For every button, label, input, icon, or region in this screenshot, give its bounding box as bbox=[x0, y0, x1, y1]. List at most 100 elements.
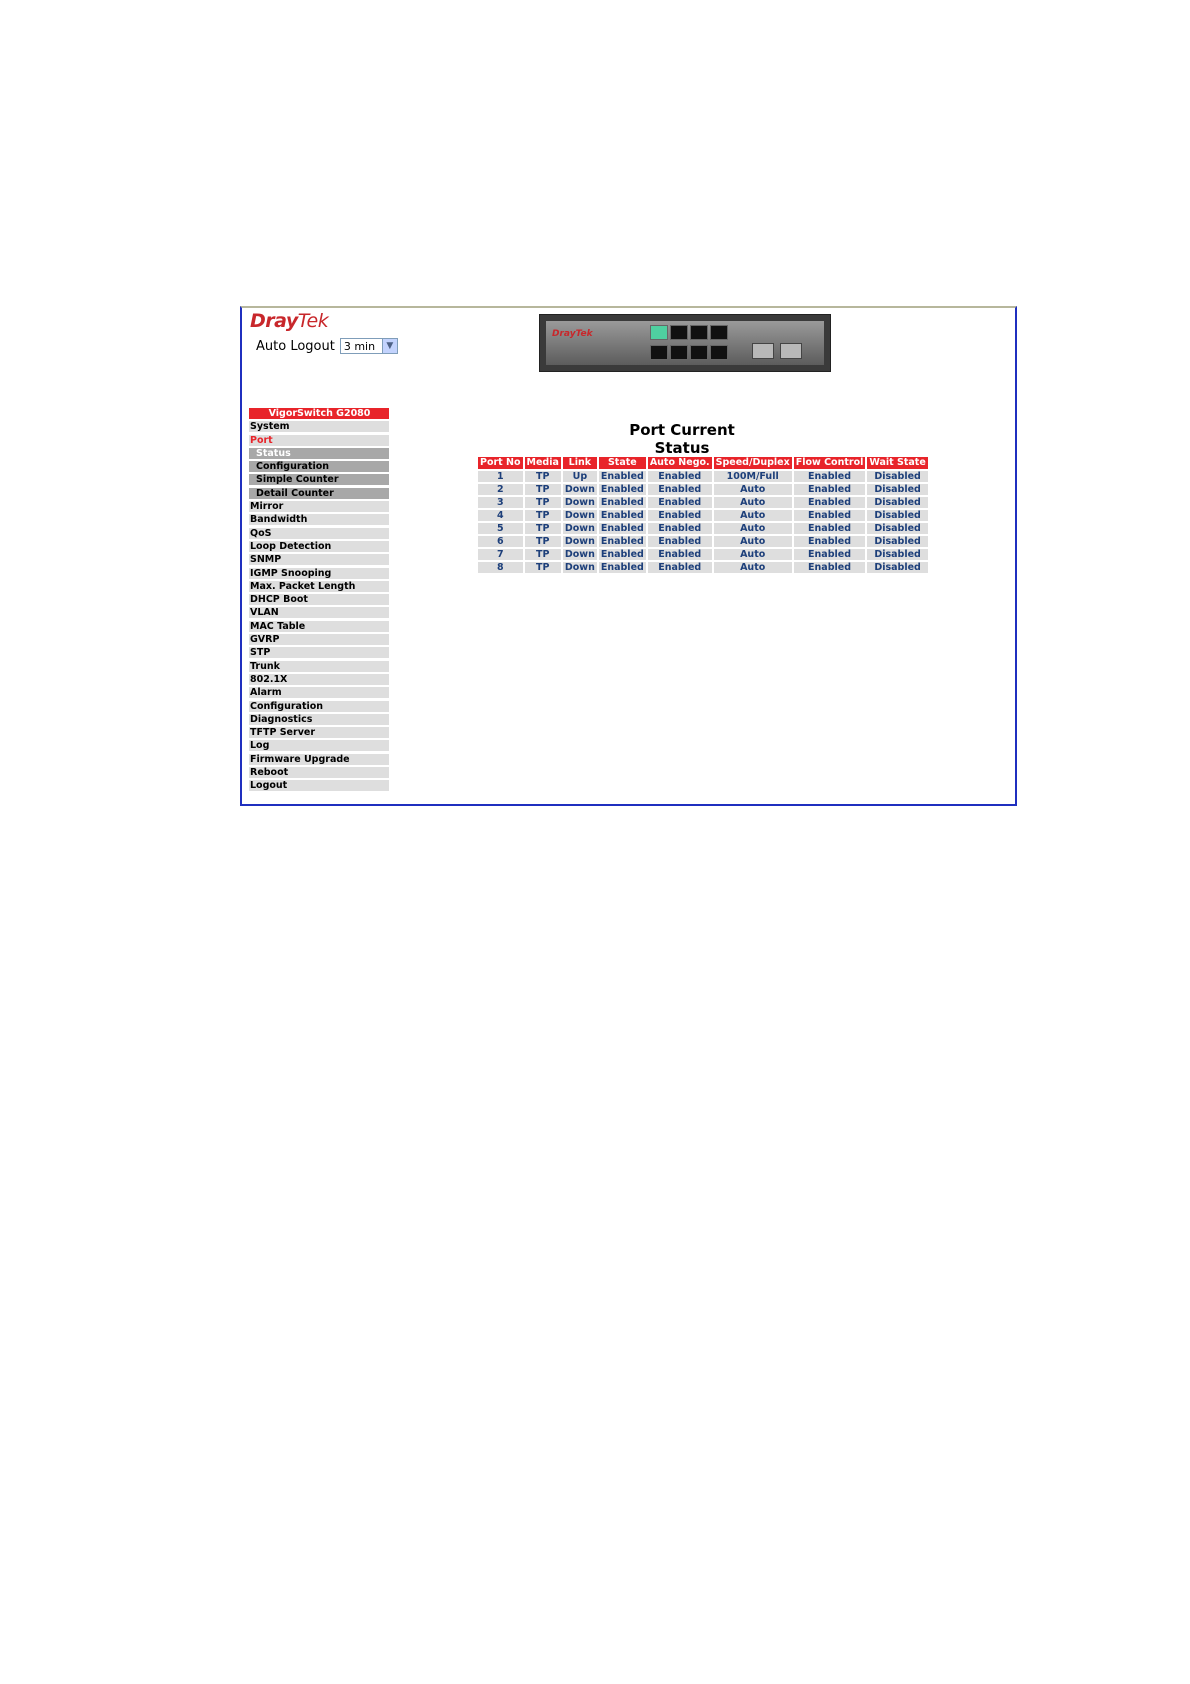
port-status-table: Port No Media Link State Auto Nego. Speed/Dup… bbox=[476, 455, 930, 575]
table-body: 1 TP Up Enabled Enabled 100M/Full Enabled Disab… bbox=[478, 471, 928, 573]
sidebar: VigorSwitch G2080 System Port Status Config… bbox=[249, 408, 389, 794]
table-cell: Disabled bbox=[867, 549, 928, 560]
table-cell: Down bbox=[562, 549, 597, 560]
sidebar-item-logout[interactable]: Logout bbox=[249, 780, 389, 792]
table-cell: 8 bbox=[478, 562, 523, 573]
table-cell: Down bbox=[562, 562, 597, 573]
table-cell: TP bbox=[524, 536, 561, 547]
column-header: Auto Nego. bbox=[647, 457, 712, 469]
logo-dray: Dray bbox=[250, 310, 298, 332]
sidebar-item-configuration[interactable]: Configuration bbox=[249, 461, 389, 473]
table-cell: Disabled bbox=[867, 497, 928, 508]
table-cell: Enabled bbox=[793, 549, 866, 560]
sidebar-item-igmp-snooping[interactable]: IGMP Snooping bbox=[249, 567, 389, 579]
sidebar-item-dhcp-boot[interactable]: DHCP Boot bbox=[249, 594, 389, 606]
sidebar-item-system[interactable]: System bbox=[249, 421, 389, 433]
sidebar-item-port[interactable]: Port bbox=[249, 434, 389, 446]
sidebar-item-status[interactable]: Status bbox=[249, 447, 389, 459]
table-cell: 1 bbox=[478, 471, 523, 482]
port-led-icon bbox=[710, 345, 728, 360]
column-header: Wait State bbox=[867, 457, 928, 469]
table-cell: Enabled bbox=[598, 523, 646, 534]
auto-logout-select[interactable]: 3 min ▼ bbox=[339, 338, 398, 354]
chevron-down-icon[interactable]: ▼ bbox=[381, 339, 397, 353]
sidebar-item-mac-table[interactable]: MAC Table bbox=[249, 620, 389, 632]
sidebar-item-diagnostics[interactable]: Diagnostics bbox=[249, 713, 389, 725]
table-cell: Up bbox=[562, 471, 597, 482]
table-cell: Auto bbox=[713, 510, 792, 521]
table-cell: Down bbox=[562, 510, 597, 521]
table-cell: Disabled bbox=[867, 536, 928, 547]
sidebar-item-stp[interactable]: STP bbox=[249, 647, 389, 659]
table-cell: TP bbox=[524, 562, 561, 573]
port-led-icon bbox=[650, 345, 668, 360]
table-cell: Disabled bbox=[867, 562, 928, 573]
table-cell: Auto bbox=[713, 484, 792, 495]
draytek-logo: DrayTek bbox=[250, 310, 329, 332]
table-cell: Auto bbox=[713, 562, 792, 573]
logo-tek: Tek bbox=[297, 310, 329, 332]
sidebar-item-qos[interactable]: QoS bbox=[249, 527, 389, 539]
table-cell: TP bbox=[524, 497, 561, 508]
browser-frame: DrayTek Auto Logout 3 min ▼ DrayTek Vigo… bbox=[240, 306, 1017, 806]
sidebar-item-configuration[interactable]: Configuration bbox=[249, 700, 389, 712]
table-cell: Down bbox=[562, 536, 597, 547]
sidebar-item-simple-counter[interactable]: Simple Counter bbox=[249, 474, 389, 486]
table-cell: Enabled bbox=[598, 510, 646, 521]
table-cell: Auto bbox=[713, 523, 792, 534]
sidebar-item-gvrp[interactable]: GVRP bbox=[249, 634, 389, 646]
table-cell: Enabled bbox=[793, 510, 866, 521]
sidebar-item-vlan[interactable]: VLAN bbox=[249, 607, 389, 619]
port-led-icon bbox=[690, 345, 708, 360]
column-header: State bbox=[598, 457, 646, 469]
table-cell: Enabled bbox=[793, 523, 866, 534]
table-row: 6 TP Down Enabled Enabled Auto Enabled Disabled bbox=[478, 536, 928, 547]
table-cell: Enabled bbox=[598, 562, 646, 573]
table-row: 1 TP Up Enabled Enabled 100M/Full Enabled Disab… bbox=[478, 471, 928, 482]
table-cell: TP bbox=[524, 523, 561, 534]
table-cell: TP bbox=[524, 510, 561, 521]
table-cell: Enabled bbox=[598, 484, 646, 495]
table-cell: Enabled bbox=[793, 471, 866, 482]
sidebar-item-trunk[interactable]: Trunk bbox=[249, 660, 389, 672]
sidebar-item-detail-counter[interactable]: Detail Counter bbox=[249, 487, 389, 499]
table-cell: TP bbox=[524, 549, 561, 560]
table-cell: TP bbox=[524, 484, 561, 495]
sidebar-item-reboot[interactable]: Reboot bbox=[249, 767, 389, 779]
table-cell: Enabled bbox=[793, 536, 866, 547]
table-cell: 3 bbox=[478, 497, 523, 508]
table-row: 5 TP Down Enabled Enabled Auto Enabled Disabled bbox=[478, 523, 928, 534]
column-header: Speed/Duplex bbox=[713, 457, 792, 469]
column-header: Link bbox=[562, 457, 597, 469]
auto-logout-value: 3 min bbox=[343, 339, 376, 353]
column-header: Media bbox=[524, 457, 561, 469]
auto-logout-label: Auto Logout bbox=[256, 338, 335, 354]
sidebar-item-firmware-upgrade[interactable]: Firmware Upgrade bbox=[249, 753, 389, 765]
table-cell: Enabled bbox=[647, 484, 712, 495]
table-cell: Enabled bbox=[647, 497, 712, 508]
table-cell: Auto bbox=[713, 497, 792, 508]
page-title: Port Current Status bbox=[629, 421, 735, 457]
sidebar-item-loop-detection[interactable]: Loop Detection bbox=[249, 540, 389, 552]
sidebar-item-802-1x[interactable]: 802.1X bbox=[249, 673, 389, 685]
sidebar-item-max-packet-length[interactable]: Max. Packet Length bbox=[249, 580, 389, 592]
port-led-icon bbox=[710, 325, 728, 340]
device-brand: DrayTek bbox=[552, 329, 593, 339]
sidebar-item-tftp-server[interactable]: TFTP Server bbox=[249, 727, 389, 739]
sidebar-item-bandwidth[interactable]: Bandwidth bbox=[249, 514, 389, 526]
table-cell: TP bbox=[524, 471, 561, 482]
table-cell: Disabled bbox=[867, 523, 928, 534]
sidebar-title: VigorSwitch G2080 bbox=[249, 408, 389, 419]
table-cell: Enabled bbox=[598, 536, 646, 547]
port-led-icon bbox=[650, 325, 668, 340]
table-row: 7 TP Down Enabled Enabled Auto Enabled Disabled bbox=[478, 549, 928, 560]
table-cell: Auto bbox=[713, 536, 792, 547]
sidebar-item-alarm[interactable]: Alarm bbox=[249, 687, 389, 699]
table-cell: Enabled bbox=[598, 549, 646, 560]
sidebar-item-snmp[interactable]: SNMP bbox=[249, 554, 389, 566]
column-header: Flow Control bbox=[793, 457, 866, 469]
sidebar-item-log[interactable]: Log bbox=[249, 740, 389, 752]
table-cell: Disabled bbox=[867, 510, 928, 521]
switch-device-image: DrayTek bbox=[539, 314, 831, 372]
sidebar-item-mirror[interactable]: Mirror bbox=[249, 501, 389, 513]
